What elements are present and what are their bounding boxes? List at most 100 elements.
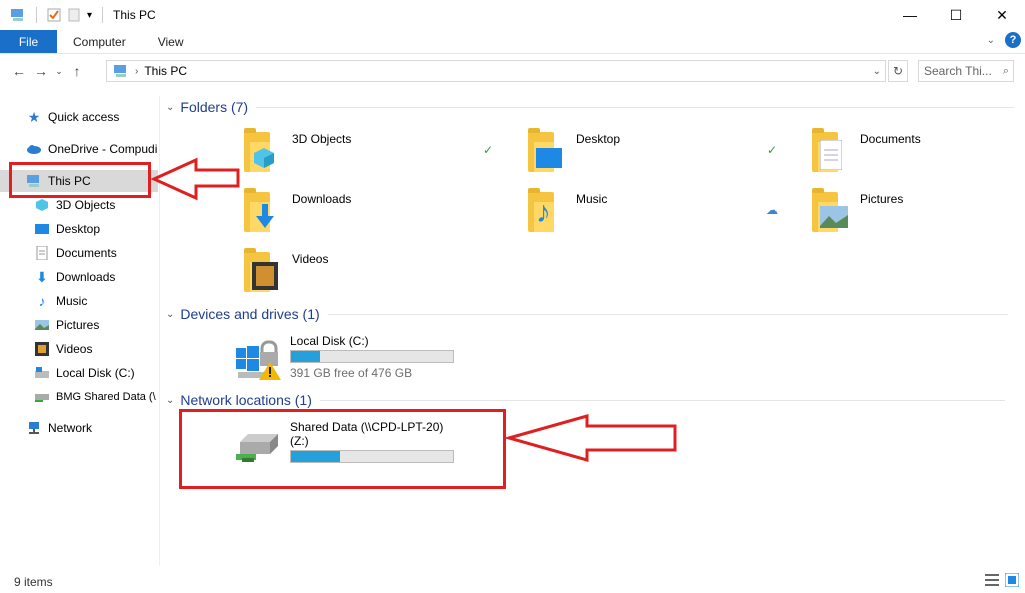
large-icons-view-icon[interactable]: [1004, 572, 1020, 588]
drive-free-space: 391 GB free of 476 GB: [290, 366, 413, 380]
network-drive-icon: [34, 390, 50, 404]
folder-downloads[interactable]: Downloads: [240, 188, 351, 244]
sidebar-item-label: Documents: [56, 246, 117, 260]
sidebar-item-quick-access[interactable]: ★ Quick access: [0, 106, 158, 128]
recent-locations-button[interactable]: ⌄: [52, 66, 66, 77]
annotation-arrow-this-pc: [150, 157, 240, 201]
annotation-arrow-shared-data: [505, 414, 677, 462]
annotation-box-shared-data: [179, 409, 506, 489]
cloud-icon: [26, 142, 42, 156]
desktop-folder-icon: [524, 128, 572, 176]
download-icon: ⬇: [36, 268, 48, 285]
refresh-button[interactable]: ↻: [888, 60, 908, 82]
folder-name: Videos: [292, 252, 329, 266]
maximize-button[interactable]: ☐: [933, 0, 979, 30]
cloud-sync-icon: ☁: [766, 203, 778, 217]
sidebar-item-label: Network: [48, 421, 93, 435]
folder-documents[interactable]: Documents: [808, 128, 921, 184]
sidebar-item-network[interactable]: Network: [0, 417, 158, 439]
drive-usage-fill: [291, 351, 321, 362]
title-bar: ▾ This PC — ☐ ✕: [0, 0, 1025, 30]
close-button[interactable]: ✕: [979, 0, 1025, 30]
sidebar-item-documents[interactable]: Documents: [0, 242, 158, 264]
customize-toolbar-icon[interactable]: ▾: [87, 10, 92, 21]
folder-videos[interactable]: Videos: [240, 248, 328, 304]
chevron-down-icon[interactable]: ⌄: [873, 66, 881, 77]
folder-name: Downloads: [292, 192, 352, 206]
documents-icon: [34, 246, 50, 260]
sidebar-item-music[interactable]: ♪ Music: [0, 290, 158, 312]
sidebar-item-videos[interactable]: Videos: [0, 338, 158, 360]
windows-drive-icon: [234, 334, 284, 382]
sidebar-item-label: Pictures: [56, 318, 100, 332]
expand-ribbon-icon[interactable]: ⌄: [987, 35, 995, 46]
divider: [256, 106, 1015, 108]
downloads-folder-icon: [240, 188, 288, 236]
drive-local-disk[interactable]: Local Disk (C:) 391 GB free of 476 GB: [234, 334, 454, 390]
sidebar-item-label: BMG Shared Data (\: [56, 391, 156, 403]
search-placeholder: Search Thi...: [924, 64, 992, 78]
sidebar-item-label: OneDrive - Compudi: [48, 142, 158, 156]
sidebar-item-shared-data[interactable]: BMG Shared Data (\: [0, 386, 158, 408]
sidebar-item-onedrive[interactable]: OneDrive - Compudi: [0, 138, 158, 160]
back-button[interactable]: ←: [8, 63, 30, 79]
drive-usage-bar: [290, 350, 454, 363]
sidebar-item-label: Quick access: [48, 110, 120, 124]
help-icon[interactable]: ?: [1005, 32, 1021, 48]
search-input[interactable]: Search Thi... ⌕: [918, 60, 1014, 82]
tab-view[interactable]: View: [142, 30, 200, 53]
folder-name: Music: [576, 192, 608, 206]
music-folder-icon: ♪: [524, 188, 572, 236]
pictures-icon: [34, 318, 50, 332]
cube-icon: [34, 198, 50, 212]
sidebar-item-local-disk[interactable]: Local Disk (C:): [0, 362, 158, 384]
sidebar-item-desktop[interactable]: Desktop: [0, 218, 158, 240]
window-title: This PC: [113, 8, 156, 22]
computer-icon: [11, 9, 23, 21]
divider: [327, 313, 1008, 315]
group-title: Network locations (1): [180, 392, 312, 408]
folder-pictures[interactable]: Pictures: [808, 188, 903, 244]
details-view-icon[interactable]: [985, 573, 999, 587]
sidebar-item-downloads[interactable]: ⬇ Downloads: [0, 266, 158, 288]
separator: [36, 7, 37, 23]
minimize-button[interactable]: —: [887, 0, 933, 30]
properties-icon[interactable]: [47, 8, 61, 22]
up-button[interactable]: ↑: [66, 63, 88, 79]
tab-computer[interactable]: Computer: [57, 30, 142, 53]
folder-music[interactable]: ♪ Music: [524, 188, 607, 244]
folder-3d-objects[interactable]: 3D Objects: [240, 128, 351, 184]
computer-icon: [114, 65, 126, 77]
address-bar[interactable]: › This PC ⌄: [106, 60, 886, 82]
sync-check-icon: ✓: [483, 143, 494, 157]
folder-name: Desktop: [576, 132, 621, 146]
group-title: Folders (7): [180, 99, 249, 115]
folder-desktop[interactable]: Desktop: [524, 128, 620, 184]
navigation-bar: ← → ⌄ ↑ › This PC ⌄ ↻ Search Thi... ⌕: [0, 58, 1025, 84]
chevron-right-icon[interactable]: ›: [135, 66, 138, 77]
music-icon: ♪: [38, 293, 46, 309]
sidebar-item-pictures[interactable]: Pictures: [0, 314, 158, 336]
folders-group-header[interactable]: ⌄ Folders (7): [166, 99, 1015, 115]
chevron-down-icon: ⌄: [166, 101, 175, 113]
sidebar-item-label: Videos: [56, 342, 93, 356]
documents-folder-icon: [808, 128, 856, 176]
pictures-folder-icon: [808, 188, 856, 236]
forward-button[interactable]: →: [30, 63, 52, 79]
sidebar-item-label: 3D Objects: [56, 198, 116, 212]
chevron-down-icon: ⌄: [166, 394, 175, 406]
search-icon: ⌕: [1002, 64, 1009, 77]
sidebar-item-label: Desktop: [56, 222, 101, 236]
address-path: This PC: [144, 64, 188, 78]
sidebar-item-label: Music: [56, 294, 88, 308]
drive-name: Local Disk (C:): [290, 334, 369, 348]
chevron-down-icon: ⌄: [166, 308, 175, 320]
network-group-header[interactable]: ⌄ Network locations (1): [166, 392, 1005, 408]
tab-file[interactable]: File: [0, 30, 57, 53]
new-folder-icon[interactable]: [67, 8, 81, 22]
desktop-icon: [34, 222, 50, 236]
devices-group-header[interactable]: ⌄ Devices and drives (1): [166, 306, 1008, 322]
window-controls: — ☐ ✕: [887, 0, 1025, 30]
status-item-count: 9 items: [14, 575, 53, 589]
3d-objects-folder-icon: [240, 128, 288, 176]
